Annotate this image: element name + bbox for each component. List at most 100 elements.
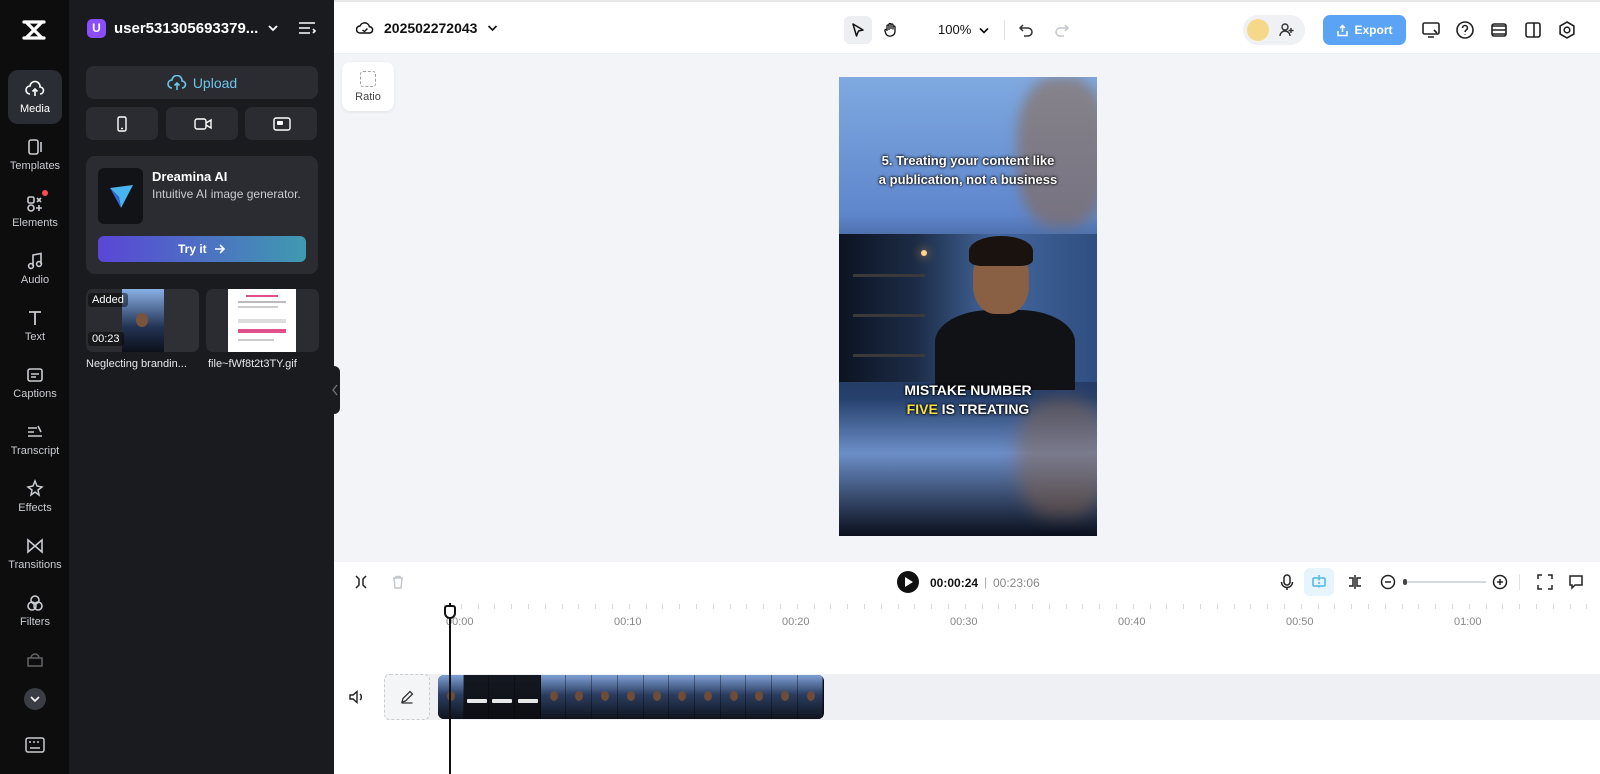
gif-thumbnail bbox=[228, 289, 296, 352]
rail-item-effects[interactable]: Effects bbox=[8, 469, 62, 523]
project-title-dropdown[interactable]: 202502272043 bbox=[356, 20, 498, 36]
chevron-down-icon[interactable] bbox=[267, 24, 279, 32]
record-screen-button[interactable] bbox=[245, 107, 317, 140]
split-view-icon[interactable] bbox=[1523, 20, 1543, 40]
ruler-tick bbox=[1049, 604, 1050, 609]
zoom-out-icon[interactable] bbox=[1380, 574, 1396, 590]
rail-item-filters[interactable]: Filters bbox=[8, 583, 62, 637]
zoom-slider[interactable] bbox=[1403, 579, 1486, 585]
asset-name: file~fWf8t2t3TY.gif bbox=[208, 358, 297, 370]
zoom-in-icon[interactable] bbox=[1492, 574, 1508, 590]
rail-item-elements[interactable]: Elements bbox=[8, 184, 62, 238]
layers-icon[interactable] bbox=[1489, 20, 1509, 40]
ruler-tick bbox=[1368, 604, 1369, 609]
dreamina-logo-icon bbox=[110, 185, 133, 208]
ruler-tick bbox=[948, 604, 949, 609]
project-name: 202502272043 bbox=[384, 20, 478, 36]
ruler-tick bbox=[746, 604, 747, 609]
current-time: 00:00:24 bbox=[930, 576, 979, 590]
shelf bbox=[853, 314, 925, 317]
zoom-dropdown[interactable]: 100% bbox=[938, 22, 989, 37]
divider bbox=[1004, 20, 1005, 40]
account-switcher[interactable]: U user531305693379... bbox=[87, 18, 266, 38]
track-cover-edit-button[interactable] bbox=[384, 674, 430, 720]
record-video-button[interactable] bbox=[166, 107, 238, 140]
templates-icon bbox=[28, 139, 42, 155]
comment-icon[interactable] bbox=[1568, 574, 1584, 590]
play-button[interactable] bbox=[897, 571, 919, 593]
left-rail: Media Templates Elements Audio Text Capt… bbox=[0, 0, 69, 774]
caption-main[interactable]: MISTAKE NUMBER FIVE IS TREATING bbox=[839, 381, 1097, 419]
timeline-ruler[interactable]: 00:00 00:10 00:20 00:30 00:40 00:50 01:00 bbox=[334, 602, 1600, 632]
playhead-handle[interactable] bbox=[444, 605, 456, 619]
video-preview[interactable]: 5. Treating your content like a publicat… bbox=[839, 77, 1097, 536]
present-icon[interactable] bbox=[1421, 20, 1441, 40]
avatar bbox=[1247, 19, 1269, 41]
split-icon[interactable] bbox=[354, 575, 368, 589]
phone-upload-button[interactable] bbox=[86, 107, 158, 140]
try-it-button[interactable]: Try it bbox=[98, 236, 306, 262]
more-tools-button[interactable] bbox=[24, 688, 46, 710]
video-clip[interactable] bbox=[438, 675, 824, 719]
caption-top[interactable]: 5. Treating your content like a publicat… bbox=[839, 151, 1097, 189]
undo-icon[interactable] bbox=[1018, 22, 1034, 38]
ruler-tick bbox=[1402, 604, 1403, 609]
volume-icon[interactable] bbox=[349, 690, 365, 704]
ruler-tick bbox=[1486, 604, 1487, 609]
select-tool-button[interactable] bbox=[844, 16, 872, 44]
hand-tool-button[interactable] bbox=[877, 16, 905, 44]
ruler-tick bbox=[612, 604, 613, 609]
media-asset-video[interactable]: Added 00:23 bbox=[86, 289, 199, 352]
media-panel: U user531305693379... Upload Dreamina AI… bbox=[69, 0, 334, 774]
export-button[interactable]: Export bbox=[1323, 15, 1406, 45]
rail-item-transitions[interactable]: Transitions bbox=[8, 526, 62, 580]
rail-item-text[interactable]: Text bbox=[8, 298, 62, 352]
upload-button[interactable]: Upload bbox=[86, 66, 318, 99]
ruler-tick bbox=[982, 604, 983, 609]
rail-item-templates[interactable]: Templates bbox=[8, 127, 62, 181]
microphone-icon[interactable] bbox=[1280, 574, 1294, 591]
ruler-tick bbox=[1318, 604, 1319, 609]
ratio-button[interactable]: Ratio bbox=[342, 62, 394, 111]
ruler-tick bbox=[1469, 604, 1470, 609]
ruler-tick bbox=[998, 604, 999, 609]
media-asset-gif[interactable] bbox=[206, 289, 319, 352]
rail-item-audio[interactable]: Audio bbox=[8, 241, 62, 295]
collaborators[interactable] bbox=[1243, 15, 1305, 45]
time-separator: | bbox=[984, 575, 988, 589]
promo-description: Intuitive AI image generator. bbox=[152, 187, 301, 201]
ruler-tick bbox=[713, 604, 714, 609]
help-icon[interactable] bbox=[1455, 20, 1475, 40]
rail-item-captions[interactable]: Captions bbox=[8, 355, 62, 409]
delete-icon[interactable] bbox=[391, 575, 405, 589]
brand-kit-icon[interactable] bbox=[26, 651, 44, 667]
panel-collapse-handle[interactable] bbox=[330, 366, 340, 414]
zoom-slider-thumb[interactable] bbox=[1403, 579, 1407, 585]
dreamina-promo-card: Dreamina AI Intuitive AI image generator… bbox=[86, 156, 318, 274]
rail-item-media[interactable]: Media bbox=[8, 70, 62, 124]
ruler-label: 00:30 bbox=[950, 616, 978, 628]
keyboard-shortcuts-icon[interactable] bbox=[25, 737, 45, 753]
auto-snap-button[interactable] bbox=[1304, 568, 1334, 596]
chevron-down-icon bbox=[979, 27, 989, 34]
redo-icon[interactable] bbox=[1054, 22, 1070, 38]
ruler-tick bbox=[1250, 604, 1251, 609]
capcut-logo-icon[interactable] bbox=[20, 16, 48, 44]
duration-badge: 00:23 bbox=[88, 332, 124, 346]
add-user-icon[interactable] bbox=[1279, 22, 1295, 38]
clip-frame bbox=[617, 675, 644, 719]
caption-top-line2: a publication, not a business bbox=[878, 172, 1058, 187]
shelf bbox=[853, 274, 925, 277]
cloud-upload-icon bbox=[25, 80, 45, 96]
collapse-menu-icon[interactable] bbox=[298, 21, 316, 35]
settings-icon[interactable] bbox=[1557, 20, 1577, 40]
ruler-tick bbox=[881, 604, 882, 609]
fit-timeline-icon[interactable] bbox=[1537, 574, 1553, 590]
filters-icon bbox=[27, 595, 43, 611]
playhead[interactable] bbox=[449, 603, 451, 774]
rail-item-transcript[interactable]: Transcript bbox=[8, 412, 62, 466]
caption-main-line1: MISTAKE NUMBER bbox=[904, 382, 1032, 398]
link-clips-icon[interactable] bbox=[1347, 574, 1363, 590]
timeline[interactable]: 00:00 00:10 00:20 00:30 00:40 00:50 01:00 bbox=[334, 602, 1600, 774]
ratio-label: Ratio bbox=[355, 91, 381, 103]
